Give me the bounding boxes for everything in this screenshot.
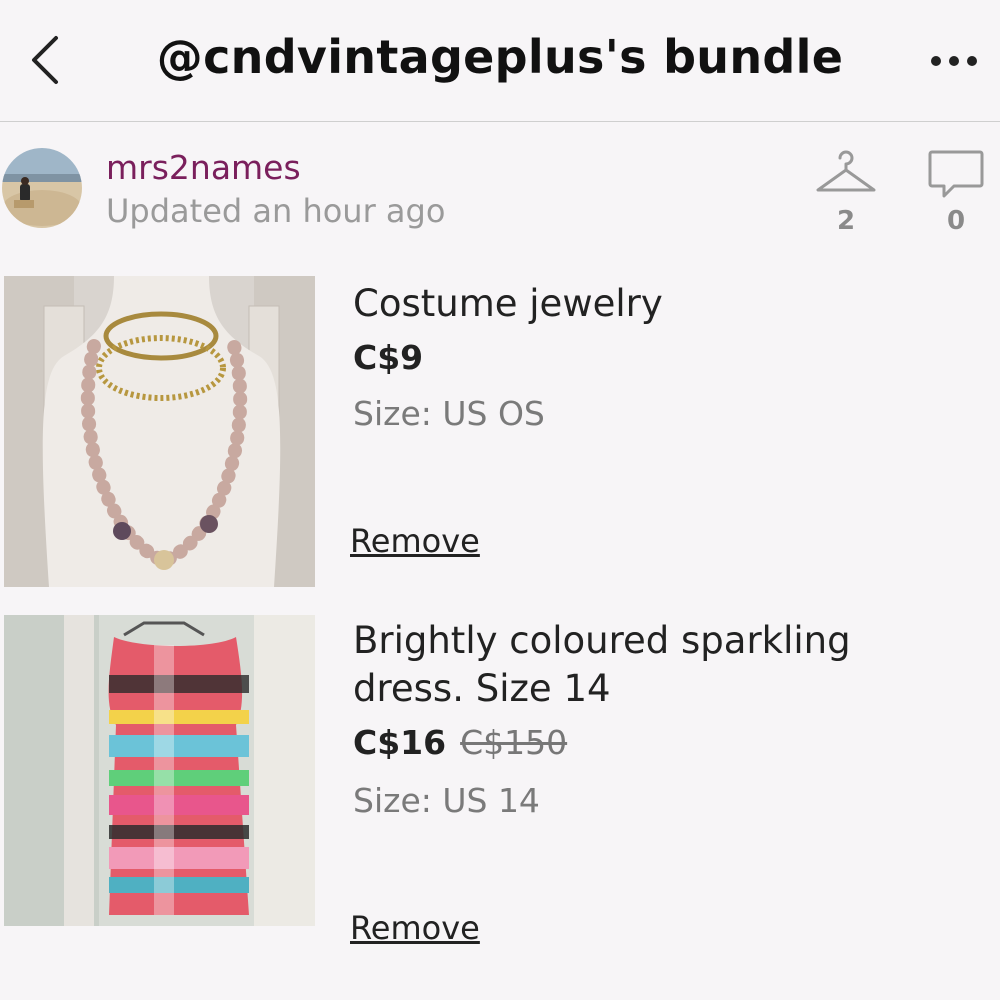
chevron-left-icon [32, 36, 58, 84]
item-original-price: C$150 [460, 723, 568, 762]
more-options-button[interactable] [924, 46, 984, 76]
likes-button[interactable]: 2 [814, 146, 878, 242]
hanger-icon [816, 150, 876, 192]
bundle-item: Brightly coloured sparkling dress. Size … [0, 615, 1000, 947]
item-price: C$9 [353, 338, 423, 377]
more-horizontal-icon [931, 56, 977, 66]
seller-row: mrs2names Updated an hour ago 2 0 [0, 140, 1000, 250]
item-thumbnail-necklace[interactable] [4, 276, 315, 587]
item-size: Size: US 14 [353, 781, 540, 820]
page-title: @cndvintageplus's bundle [156, 30, 844, 84]
item-title[interactable]: Costume jewelry [353, 280, 970, 328]
avatar-image [2, 148, 82, 228]
dress-photo [4, 615, 315, 926]
item-current-price: C$16 [353, 723, 447, 762]
top-bar: @cndvintageplus's bundle [0, 0, 1000, 122]
bundle-item: Costume jewelry C$9 Size: US OS Remove [0, 276, 1000, 587]
comments-count: 0 [946, 206, 966, 236]
updated-timestamp: Updated an hour ago [106, 192, 446, 230]
back-button[interactable] [22, 28, 72, 92]
likes-count: 2 [836, 206, 856, 236]
avatar[interactable] [2, 148, 82, 228]
seller-username[interactable]: mrs2names [106, 148, 301, 187]
comments-button[interactable]: 0 [924, 146, 988, 242]
item-current-price: C$9 [353, 338, 424, 377]
comment-icon [928, 150, 984, 198]
remove-button[interactable]: Remove [350, 909, 480, 947]
necklace-photo [4, 276, 315, 587]
remove-button[interactable]: Remove [350, 522, 480, 560]
item-size: Size: US OS [353, 394, 545, 433]
item-thumbnail-dress[interactable] [4, 615, 315, 926]
item-title[interactable]: Brightly coloured sparkling dress. Size … [353, 617, 970, 713]
item-price: C$16 C$150 [353, 723, 567, 762]
